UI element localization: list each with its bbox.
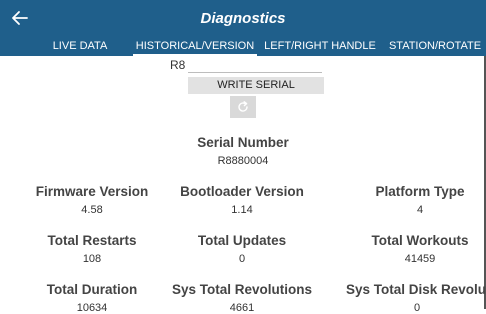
page-title: Diagnostics xyxy=(200,10,286,27)
stat-value: 1.14 xyxy=(231,204,253,216)
stat-value: 0 xyxy=(414,302,421,314)
stat-value: 41459 xyxy=(404,253,436,265)
stat-label: Firmware Version xyxy=(35,184,149,199)
stat-label: Platform Type xyxy=(375,184,465,199)
stat-label: Sys Total Revolutions xyxy=(172,282,313,297)
stat-value: R8880004 xyxy=(217,155,269,167)
stat-value: 4 xyxy=(416,204,424,216)
tab-station-rotate[interactable]: STATION/ROTATE xyxy=(384,38,486,56)
stat-value: 10634 xyxy=(76,302,108,314)
stat-total-updates: Total Updates 0 xyxy=(172,233,312,265)
stat-platform-type: Platform Type 4 xyxy=(350,184,486,216)
stat-value: 4.58 xyxy=(81,204,103,216)
tab-live-data[interactable]: LIVE DATA xyxy=(30,38,130,56)
stat-sys-total-revolutions: Sys Total Revolutions 4661 xyxy=(172,282,312,314)
stat-sys-total-disk-revolutions: Sys Total Disk Revolutions 0 xyxy=(346,282,486,314)
stat-total-restarts: Total Restarts 108 xyxy=(22,233,162,265)
stat-label: Total Restarts xyxy=(47,233,137,248)
tab-bar: LIVE DATA HISTORICAL/VERSION LEFT/RIGHT … xyxy=(0,38,486,56)
stat-label: Bootloader Version xyxy=(180,184,304,199)
tab-historical-version[interactable]: HISTORICAL/VERSION xyxy=(133,38,257,56)
stat-label: Total Workouts xyxy=(371,233,469,248)
stat-label: Serial Number xyxy=(197,135,289,150)
stat-label: Total Updates xyxy=(197,233,287,248)
refresh-icon xyxy=(238,101,248,112)
serial-input[interactable] xyxy=(188,58,322,73)
stat-value: 0 xyxy=(238,253,246,265)
tab-selected-indicator xyxy=(133,54,257,56)
stat-value: 108 xyxy=(82,253,102,265)
app-header: Diagnostics LIVE DATA HISTORICAL/VERSION… xyxy=(0,0,486,56)
stat-total-duration: Total Duration 10634 xyxy=(22,282,162,314)
stat-bootloader-version: Bootloader Version 1.14 xyxy=(172,184,312,216)
write-serial-button[interactable]: WRITE SERIAL xyxy=(188,77,324,94)
serial-prefix: R8 xyxy=(170,58,186,72)
tab-label: LIVE DATA xyxy=(52,40,108,52)
tab-label: HISTORICAL/VERSION xyxy=(135,40,255,52)
stat-serial-number: Serial Number R8880004 xyxy=(168,135,318,167)
stat-label: Total Duration xyxy=(46,282,138,297)
refresh-button[interactable] xyxy=(230,96,256,118)
tab-label: STATION/ROTATE xyxy=(388,40,482,52)
stat-total-workouts: Total Workouts 41459 xyxy=(350,233,486,265)
stat-value: 4661 xyxy=(229,302,255,314)
stat-label: Sys Total Disk Revolutions xyxy=(346,282,486,297)
stat-firmware-version: Firmware Version 4.58 xyxy=(22,184,162,216)
tab-label: LEFT/RIGHT HANDLE xyxy=(264,40,376,52)
tab-left-right-handle[interactable]: LEFT/RIGHT HANDLE xyxy=(258,38,382,56)
